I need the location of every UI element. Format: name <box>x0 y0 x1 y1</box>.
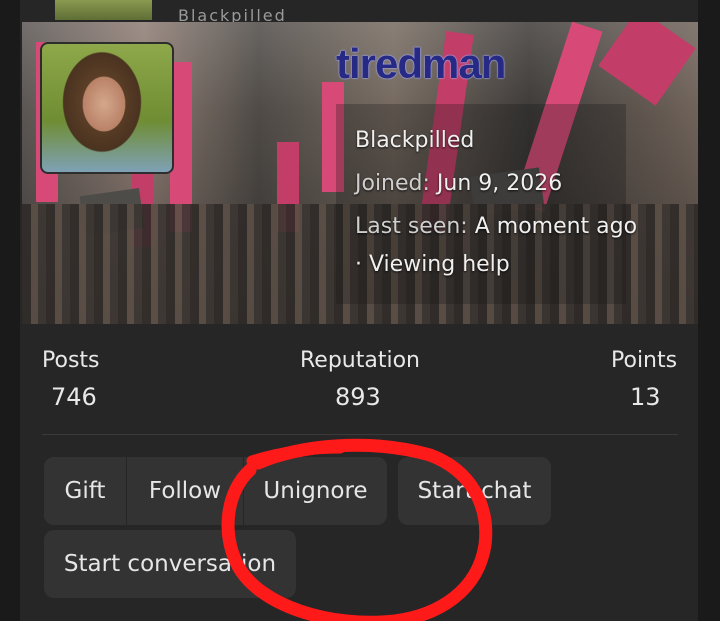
unignore-button[interactable]: Unignore <box>244 457 387 525</box>
joined-date: Jun 9, 2026 <box>436 171 563 196</box>
points-label[interactable]: Points <box>611 348 677 373</box>
last-seen-value: A moment ago <box>474 214 638 239</box>
action-button-group: Gift Follow Unignore <box>44 457 387 525</box>
profile-last-seen: Last seen: A moment ago <box>355 214 637 239</box>
posts-value[interactable]: 746 <box>51 383 97 411</box>
start-chat-button[interactable]: Start chat <box>398 457 551 525</box>
top-avatar-peek <box>55 0 152 20</box>
profile-activity[interactable]: · Viewing help <box>355 252 510 277</box>
follow-button[interactable]: Follow <box>127 457 244 525</box>
profile-joined: Joined: Jun 9, 2026 <box>355 171 562 196</box>
divider <box>42 434 678 435</box>
banner-flag <box>598 22 696 106</box>
profile-user-title: Blackpilled <box>355 128 475 153</box>
last-seen-label: Last seen: <box>355 214 468 239</box>
gift-button[interactable]: Gift <box>44 457 127 525</box>
avatar[interactable] <box>40 42 174 174</box>
points-value[interactable]: 13 <box>630 383 661 411</box>
profile-username[interactable]: tiredman <box>336 40 506 88</box>
reputation-value[interactable]: 893 <box>335 383 381 411</box>
joined-label: Joined: <box>355 171 430 196</box>
start-conversation-button[interactable]: Start conversation <box>44 530 296 598</box>
reputation-label[interactable]: Reputation <box>300 348 420 373</box>
posts-label[interactable]: Posts <box>42 348 100 373</box>
